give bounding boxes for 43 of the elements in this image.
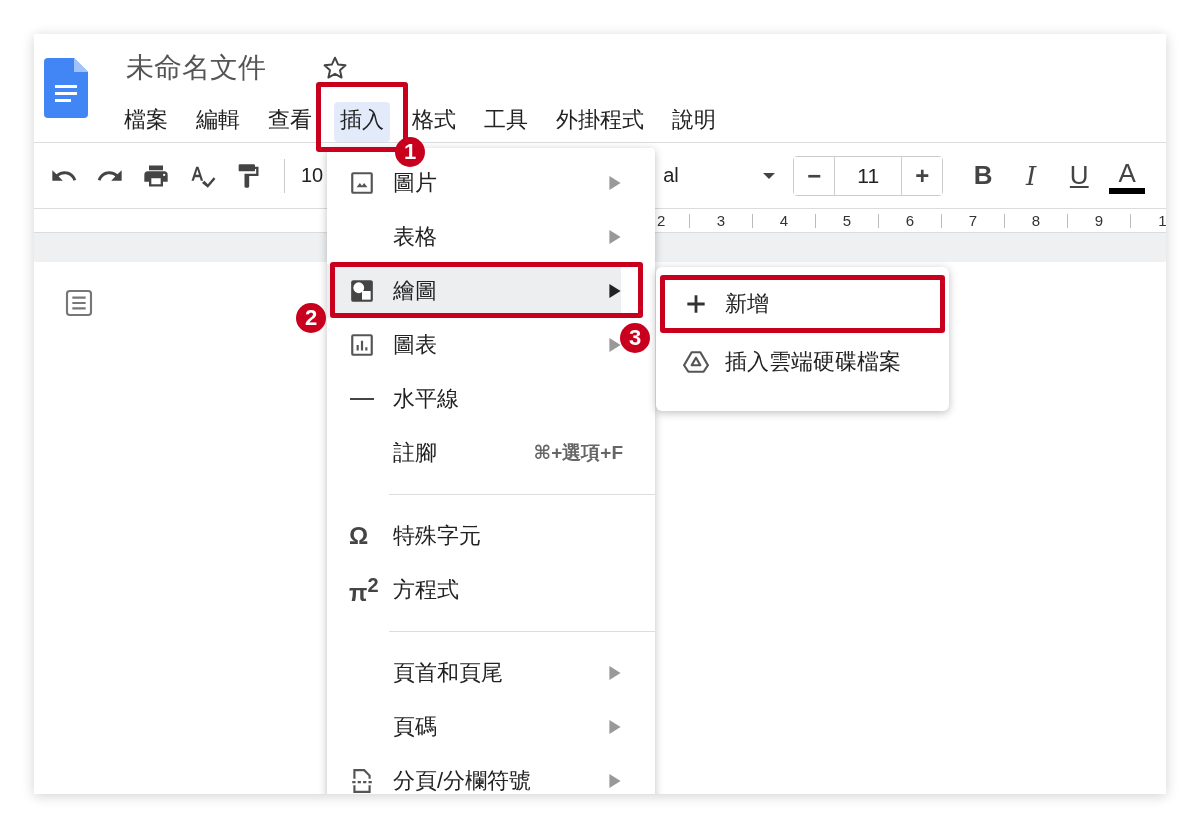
ruler-number: 6 [879,213,942,228]
menu-option[interactable]: 水平線 [327,372,621,426]
menu-option[interactable]: 分頁/分欄符號 [327,754,621,794]
ruler-number: 8 [1005,213,1068,228]
menu-option[interactable]: Ω 特殊字元 [327,509,621,563]
image-icon [349,170,375,196]
ruler-number: 7 [942,213,1005,228]
ruler-number: 3 [690,213,753,228]
menu-item[interactable]: 說明 [666,102,722,142]
font-name[interactable]: al [663,164,764,187]
ruler-number: 4 [753,213,816,228]
bar-chart-icon [349,332,375,358]
ruler-number: 9 [1068,213,1131,228]
step-number: 1 [395,137,425,167]
document-logo-icon[interactable] [44,58,88,118]
page-break-icon [349,768,375,794]
ruler-number: 1 [1157,213,1166,228]
symbol-icon: π$^{2}$ [349,573,379,607]
menu-item[interactable]: 工具 [478,102,534,142]
zoom-value[interactable]: 10 [301,164,324,187]
menu-option[interactable]: 表格 [327,210,621,264]
menu-option[interactable]: 頁碼 [327,700,621,754]
outline-icon[interactable] [63,287,95,319]
shortcut-text: ⌘+選項+F [533,441,623,465]
menu-item[interactable]: 編輯 [190,102,246,142]
menu-item[interactable]: 插入 [334,102,390,142]
menu-item[interactable]: 外掛程式 [550,102,650,142]
menu-option[interactable]: π$^{2}$ 方程式 [327,563,621,617]
star-icon[interactable] [322,55,348,81]
menu-option[interactable]: 註腳 ⌘+選項+F [327,426,621,480]
menu-option[interactable]: 新增 [660,275,945,333]
menu-option[interactable]: 頁首和頁尾 [327,646,621,700]
shapes-icon [349,278,375,304]
menu-option[interactable]: 插入雲端硬碟檔案 [660,333,945,391]
menu-option[interactable]: 圖表 [327,318,621,372]
symbol-icon: Ω [349,522,369,550]
horizontal-line-icon [349,397,375,401]
caret-icon[interactable] [763,172,776,179]
document-title[interactable]: 未命名文件 [126,49,266,87]
ruler-number: 5 [816,213,879,228]
menu-item[interactable]: 查看 [262,102,318,142]
triangle-icon [683,349,709,375]
menu-item[interactable]: 檔案 [118,102,174,142]
